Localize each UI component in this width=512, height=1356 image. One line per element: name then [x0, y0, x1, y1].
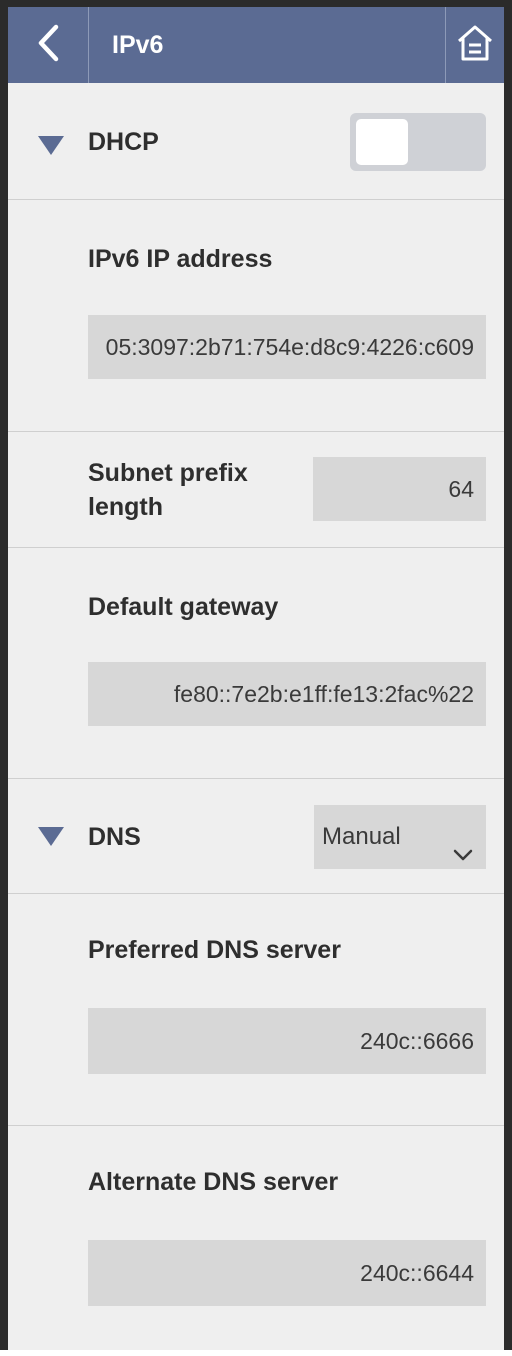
alternate-dns-field[interactable]: 240c::6644: [88, 1240, 486, 1306]
dns-row: DNS Manual: [8, 779, 504, 894]
dhcp-toggle[interactable]: [350, 113, 486, 171]
toggle-knob: [356, 119, 408, 165]
collapse-caret-icon[interactable]: [38, 136, 64, 155]
gateway-row: Default gateway fe80::7e2b:e1ff:fe13:2fa…: [8, 548, 504, 779]
home-button[interactable]: [445, 7, 504, 83]
subnet-prefix-row: Subnet prefix length 64: [8, 432, 504, 548]
alternate-dns-label: Alternate DNS server: [88, 1168, 339, 1196]
dns-label: DNS: [88, 823, 141, 851]
dns-mode-value: Manual: [322, 823, 401, 850]
chevron-down-icon: [452, 827, 474, 891]
dns-mode-select[interactable]: Manual: [314, 805, 486, 869]
subnet-prefix-label-line2: length: [88, 493, 163, 521]
alternate-dns-row: Alternate DNS server 240c::6644: [8, 1126, 504, 1356]
home-icon: [455, 23, 495, 68]
collapse-caret-icon[interactable]: [38, 827, 64, 846]
preferred-dns-field[interactable]: 240c::6666: [88, 1008, 486, 1074]
top-bar: IPv6: [8, 7, 504, 83]
preferred-dns-row: Preferred DNS server 240c::6666: [8, 894, 504, 1126]
subnet-prefix-label-line1: Subnet prefix: [88, 459, 248, 487]
preferred-dns-label: Preferred DNS server: [88, 936, 341, 964]
dhcp-row: DHCP: [8, 83, 504, 200]
subnet-prefix-field[interactable]: 64: [313, 457, 486, 521]
gateway-field[interactable]: fe80::7e2b:e1ff:fe13:2fac%22: [88, 662, 486, 726]
dhcp-label: DHCP: [88, 128, 159, 156]
page-title: IPv6: [112, 31, 164, 59]
ip-address-label: IPv6 IP address: [88, 245, 273, 273]
subnet-prefix-label: Subnet prefix length: [88, 456, 248, 524]
gateway-label: Default gateway: [88, 593, 279, 621]
settings-list: DHCP IPv6 IP address 05:3097:2b71:754e:d…: [8, 83, 504, 1356]
ip-address-row: IPv6 IP address 05:3097:2b71:754e:d8c9:4…: [8, 200, 504, 432]
chevron-left-icon: [36, 24, 60, 67]
ip-address-field[interactable]: 05:3097:2b71:754e:d8c9:4226:c609: [88, 315, 486, 379]
back-button[interactable]: [8, 7, 89, 83]
